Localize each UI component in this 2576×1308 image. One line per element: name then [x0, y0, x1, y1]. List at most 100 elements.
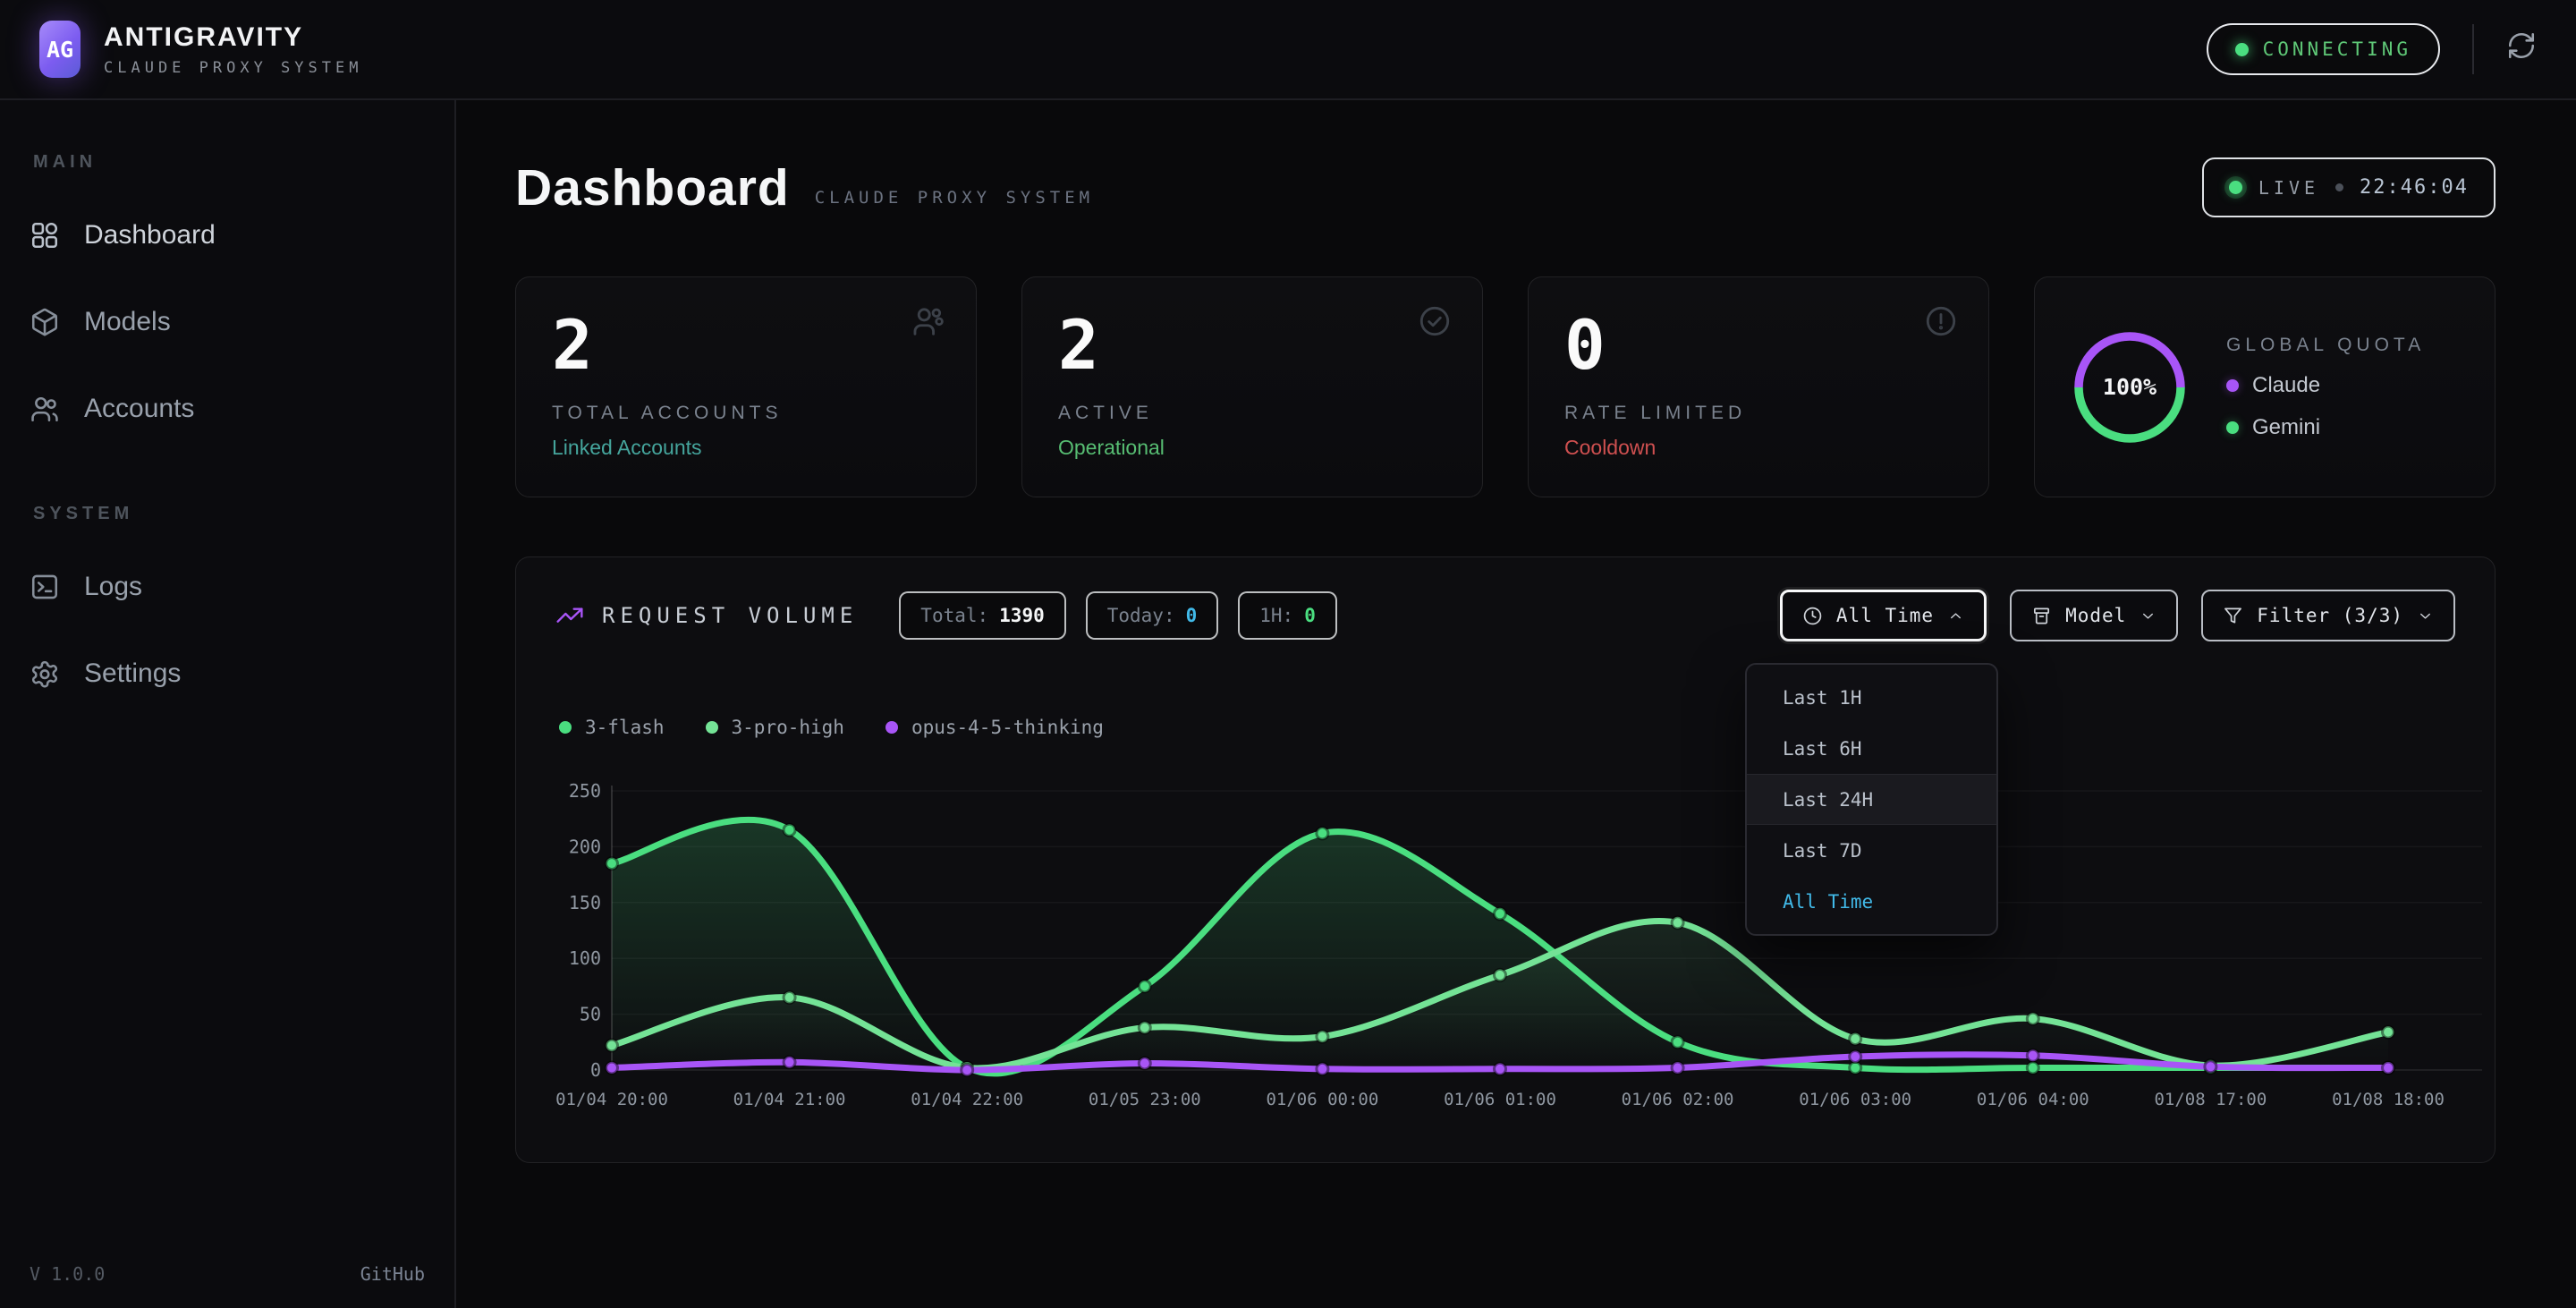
svg-text:01/08 17:00: 01/08 17:00 [2154, 1090, 2267, 1109]
separator-dot [2335, 183, 2343, 191]
sidebar-item-logs[interactable]: Logs [30, 558, 425, 616]
legend-item-3-pro-high[interactable]: 3-pro-high [706, 717, 844, 738]
legend-label: opus-4-5-thinking [911, 717, 1104, 738]
main-content: Dashboard CLAUDE PROXY SYSTEM LIVE 22:46… [456, 100, 2576, 1308]
chip-value: 0 [1186, 605, 1198, 626]
active-sub: Operational [1058, 436, 1446, 460]
quota-entry-gemini: Gemini [2226, 415, 2425, 440]
legend-dot [706, 721, 718, 734]
legend-label: 3-pro-high [732, 717, 844, 738]
time-range-label: All Time [1836, 605, 1934, 626]
users-group-icon [911, 304, 945, 338]
quota-percent: 100% [2071, 328, 2189, 446]
sidebar-item-dashboard[interactable]: Dashboard [30, 207, 425, 264]
sidebar-item-accounts[interactable]: Accounts [30, 380, 425, 437]
svg-text:01/06 00:00: 01/06 00:00 [1266, 1090, 1378, 1109]
global-quota-card: 100% GLOBAL QUOTA Claude Gemini [2034, 276, 2496, 497]
alert-circle-icon [1924, 304, 1958, 338]
model-label: Model [2065, 605, 2126, 626]
page-subtitle: CLAUDE PROXY SYSTEM [815, 188, 1094, 208]
svg-text:200: 200 [569, 836, 601, 857]
sidebar-item-label: Logs [84, 572, 142, 602]
svg-text:50: 50 [580, 1004, 601, 1025]
svg-text:01/06 03:00: 01/06 03:00 [1799, 1090, 1911, 1109]
rate-limited-card: 0 RATE LIMITED Cooldown [1528, 276, 1989, 497]
check-circle-icon [1418, 304, 1452, 338]
page-title: Dashboard [515, 158, 790, 217]
app-logo: AG [39, 21, 80, 78]
topbar: AG ANTIGRAVITY CLAUDE PROXY SYSTEM CONNE… [0, 0, 2576, 100]
svg-text:01/04 20:00: 01/04 20:00 [555, 1090, 668, 1109]
chevron-up-icon [1947, 607, 1964, 624]
active-value: 2 [1058, 310, 1446, 381]
global-quota-label: GLOBAL QUOTA [2226, 335, 2425, 356]
dropdown-item-last-24h[interactable]: Last 24H [1747, 774, 1996, 825]
chart-legend: 3-flash 3-pro-high opus-4-5-thinking [559, 717, 1104, 738]
quota-entry-claude: Claude [2226, 373, 2425, 398]
rate-limited-sub: Cooldown [1564, 436, 1953, 460]
svg-text:01/08 18:00: 01/08 18:00 [2332, 1090, 2445, 1109]
stat-chip-total: Total:1390 [899, 591, 1065, 640]
terminal-icon [30, 572, 60, 602]
stat-chip-today: Today:0 [1086, 591, 1219, 640]
svg-text:250: 250 [569, 781, 601, 802]
clock-time: 22:46:04 [2360, 176, 2469, 199]
svg-text:01/06 04:00: 01/06 04:00 [1977, 1090, 2089, 1109]
gear-icon [30, 658, 60, 689]
legend-item-opus-4-5-thinking[interactable]: opus-4-5-thinking [886, 717, 1104, 738]
total-accounts-card: 2 TOTAL ACCOUNTS Linked Accounts [515, 276, 977, 497]
chip-label: 1H: [1259, 605, 1293, 626]
svg-text:01/05 23:00: 01/05 23:00 [1089, 1090, 1201, 1109]
time-range-button[interactable]: All Time [1780, 590, 1987, 641]
quota-name: Gemini [2252, 415, 2320, 440]
quota-ring: 100% [2071, 328, 2189, 446]
dropdown-item-last-7d[interactable]: Last 7D [1747, 825, 1996, 876]
sidebar-item-models[interactable]: Models [30, 293, 425, 351]
svg-text:01/04 21:00: 01/04 21:00 [733, 1090, 846, 1109]
trending-up-icon [555, 601, 584, 630]
sidebar-item-label: Accounts [84, 394, 194, 424]
sidebar-item-label: Dashboard [84, 220, 216, 251]
svg-text:01/04 22:00: 01/04 22:00 [911, 1090, 1023, 1109]
refresh-icon [2506, 30, 2537, 69]
active-card: 2 ACTIVE Operational [1021, 276, 1483, 497]
grid-icon [30, 220, 60, 251]
svg-text:100: 100 [569, 947, 601, 969]
filter-button[interactable]: Filter (3/3) [2201, 590, 2455, 641]
sidebar: MAINDashboardModelsAccountsSYSTEMLogsSet… [0, 100, 456, 1308]
sidebar-section-main: MAIN Dashboard Models Accounts [30, 152, 425, 437]
sidebar-item-label: Models [84, 307, 171, 337]
svg-text:150: 150 [569, 892, 601, 913]
total-accounts-label: TOTAL ACCOUNTS [552, 403, 940, 424]
sidebar-item-settings[interactable]: Settings [30, 645, 425, 702]
status-label: CONNECTING [2263, 38, 2411, 60]
github-link[interactable]: GitHub [360, 1263, 425, 1285]
rate-limited-value: 0 [1564, 310, 1953, 381]
live-dot [2229, 181, 2242, 194]
legend-item-3-flash[interactable]: 3-flash [559, 717, 665, 738]
clock-icon [1802, 606, 1823, 626]
legend-label: 3-flash [585, 717, 665, 738]
live-clock-badge: LIVE 22:46:04 [2202, 157, 2496, 217]
request-volume-chart: 250 200 150 100 50 0 01/04 20:00 01/04 21:00 01/… [552, 781, 2495, 1130]
quota-dot [2226, 421, 2239, 434]
svg-text:0: 0 [590, 1059, 601, 1081]
model-button[interactable]: Model [2010, 590, 2178, 641]
app-version: V 1.0.0 [30, 1263, 105, 1285]
rate-limited-label: RATE LIMITED [1564, 403, 1953, 424]
chevron-down-icon [2140, 607, 2157, 624]
total-accounts-sub: Linked Accounts [552, 436, 940, 460]
panel-title: REQUEST VOLUME [602, 603, 858, 628]
legend-dot [559, 721, 572, 734]
chip-value: 0 [1304, 605, 1316, 626]
brand: ANTIGRAVITY CLAUDE PROXY SYSTEM [104, 22, 362, 77]
dropdown-item-last-6h[interactable]: Last 6H [1747, 723, 1996, 774]
time-range-dropdown: Last 1HLast 6HLast 24HLast 7DAll Time [1745, 663, 1998, 936]
connection-status-badge: CONNECTING [2207, 23, 2440, 75]
volume-stat-chips: Total:1390 Today:0 1H: 0 [899, 591, 1337, 640]
sidebar-section-label: MAIN [33, 152, 425, 173]
dropdown-item-all-time[interactable]: All Time [1747, 876, 1996, 927]
refresh-button[interactable] [2506, 30, 2537, 69]
legend-dot [886, 721, 898, 734]
dropdown-item-last-1h[interactable]: Last 1H [1747, 672, 1996, 723]
